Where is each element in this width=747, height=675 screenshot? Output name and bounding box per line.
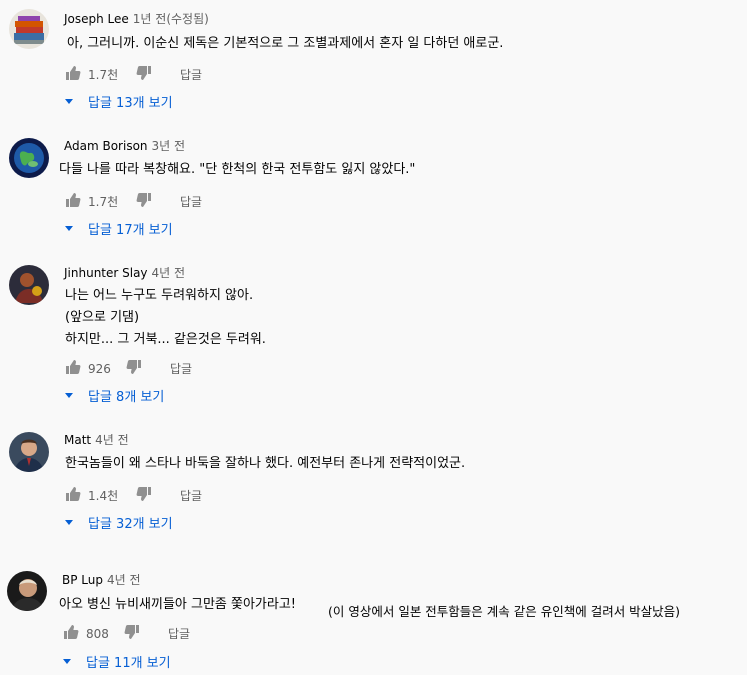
reply-button[interactable]: 답글 <box>180 487 202 505</box>
comment-line: 아, 그러니까. 이순신 제독은 기본적으로 그 조별과제에서 혼자 일 다하던… <box>67 36 504 51</box>
avatar[interactable] <box>9 432 49 472</box>
view-replies-label: 답글 17개 보기 <box>88 222 173 238</box>
like-count: 926 <box>88 362 111 376</box>
thumb-up-icon <box>66 66 81 80</box>
caret-down-icon <box>65 520 73 525</box>
comment-time[interactable]: 1년 전(수정됨) <box>133 12 209 26</box>
comment-annotation: (이 영상에서 일본 전투함들은 계속 같은 유인책에 걸려서 박살났음) <box>328 604 681 619</box>
reply-button[interactable]: 답글 <box>168 625 190 643</box>
view-replies-label: 답글 11개 보기 <box>86 655 171 671</box>
view-replies-button[interactable]: 답글 11개 보기 <box>62 651 171 671</box>
caret-down-icon <box>65 393 73 398</box>
comment-time[interactable]: 3년 전 <box>152 139 186 153</box>
view-replies-button[interactable]: 답글 32개 보기 <box>64 512 173 532</box>
dislike-button[interactable] <box>124 624 140 640</box>
view-replies-button[interactable]: 답글 17개 보기 <box>64 218 173 238</box>
comment-thread: Jinhunter Slay 4년 전 나는 어느 누구도 두려워하지 않아. (… <box>0 254 747 414</box>
comment-author[interactable]: Joseph Lee <box>64 12 129 26</box>
comment-body: 한국놈들이 왜 스타나 바둑을 잘하나 했다. 예전부터 존나게 전략적이었군. <box>65 453 465 475</box>
like-count: 1.4천 <box>88 489 119 503</box>
view-replies-button[interactable]: 답글 13개 보기 <box>64 91 173 111</box>
comment-thread: Adam Borison 3년 전 다들 나를 따라 복창해요. "단 한척의 한… <box>0 127 747 257</box>
like-button[interactable] <box>65 192 81 208</box>
like-count: 808 <box>86 627 109 641</box>
thumb-down-icon <box>124 625 139 639</box>
comment-body: 다들 나를 따라 복창해요. "단 한척의 한국 전투함도 잃지 않았다." <box>59 159 415 181</box>
reply-button[interactable]: 답글 <box>170 360 192 378</box>
reply-button[interactable]: 답글 <box>180 193 202 211</box>
comment-line: 아오 병신 뉴비새끼들아 그만좀 쫓아가라고! <box>59 597 297 612</box>
avatar[interactable] <box>9 265 49 305</box>
thumb-up-icon <box>66 193 81 207</box>
like-count: 1.7천 <box>88 195 119 209</box>
dislike-button[interactable] <box>126 359 142 375</box>
caret-down-icon <box>65 99 73 104</box>
thumb-down-icon <box>136 487 151 501</box>
comment-line: 다들 나를 따라 복창해요. "단 한척의 한국 전투함도 잃지 않았다." <box>59 162 416 177</box>
comment-body: 아오 병신 뉴비새끼들아 그만좀 쫓아가라고! <box>59 594 296 616</box>
view-replies-button[interactable]: 답글 8개 보기 <box>64 385 164 405</box>
avatar[interactable] <box>9 9 49 49</box>
thumb-down-icon <box>136 193 151 207</box>
avatar-portrait-image <box>7 571 47 611</box>
view-replies-label: 답글 32개 보기 <box>88 516 173 532</box>
comment-thread: Matt 4년 전 한국놈들이 왜 스타나 바둑을 잘하나 했다. 예전부터 존나… <box>0 421 747 551</box>
caret-down-icon <box>65 226 73 231</box>
reply-button[interactable]: 답글 <box>180 66 202 84</box>
avatar-figure-image <box>9 265 49 305</box>
comment-body: 아, 그러니까. 이순신 제독은 기본적으로 그 조별과제에서 혼자 일 다하던… <box>67 33 503 55</box>
thumb-up-icon <box>66 487 81 501</box>
avatar-globe-image <box>9 138 49 178</box>
comment-line: 나는 어느 누구도 두려워하지 않아. <box>65 288 254 303</box>
avatar-books-image <box>9 9 49 49</box>
comment-author[interactable]: Jinhunter Slay <box>64 266 148 280</box>
comment-time[interactable]: 4년 전 <box>95 433 129 447</box>
avatar[interactable] <box>7 571 47 611</box>
caret-down-icon <box>63 659 71 664</box>
like-button[interactable] <box>65 359 81 375</box>
comment-line: 한국놈들이 왜 스타나 바둑을 잘하나 했다. 예전부터 존나게 전략적이었군. <box>65 456 466 471</box>
view-replies-label: 답글 13개 보기 <box>88 95 173 111</box>
comment-thread: BP Lup 4년 전 아오 병신 뉴비새끼들아 그만좀 쫓아가라고! (이 영상… <box>0 562 747 675</box>
dislike-button[interactable] <box>136 192 152 208</box>
comment-body: 나는 어느 누구도 두려워하지 않아. (앞으로 기댐) 하지만... 그 거북… <box>65 285 266 351</box>
comment-author[interactable]: Matt <box>64 433 91 447</box>
comment-time[interactable]: 4년 전 <box>152 266 186 280</box>
avatar-portrait-image <box>9 432 49 472</box>
thumb-up-icon <box>66 360 81 374</box>
comment-time[interactable]: 4년 전 <box>107 573 141 587</box>
comment-author[interactable]: Adam Borison <box>64 139 148 153</box>
thumb-up-icon <box>64 625 79 639</box>
thumb-down-icon <box>136 66 151 80</box>
view-replies-label: 답글 8개 보기 <box>88 389 165 405</box>
thumb-down-icon <box>126 360 141 374</box>
avatar[interactable] <box>9 138 49 178</box>
like-button[interactable] <box>65 486 81 502</box>
comment-author[interactable]: BP Lup <box>62 573 103 587</box>
like-button[interactable] <box>63 624 79 640</box>
comment-line: (앞으로 기댐) <box>65 310 140 325</box>
dislike-button[interactable] <box>136 65 152 81</box>
comment-line: 하지만... 그 거북... 같은것은 두려워. <box>65 332 266 347</box>
comment-thread: Joseph Lee 1년 전(수정됨) 아, 그러니까. 이순신 제독은 기본적… <box>0 0 747 130</box>
dislike-button[interactable] <box>136 486 152 502</box>
like-count: 1.7천 <box>88 68 119 82</box>
like-button[interactable] <box>65 65 81 81</box>
